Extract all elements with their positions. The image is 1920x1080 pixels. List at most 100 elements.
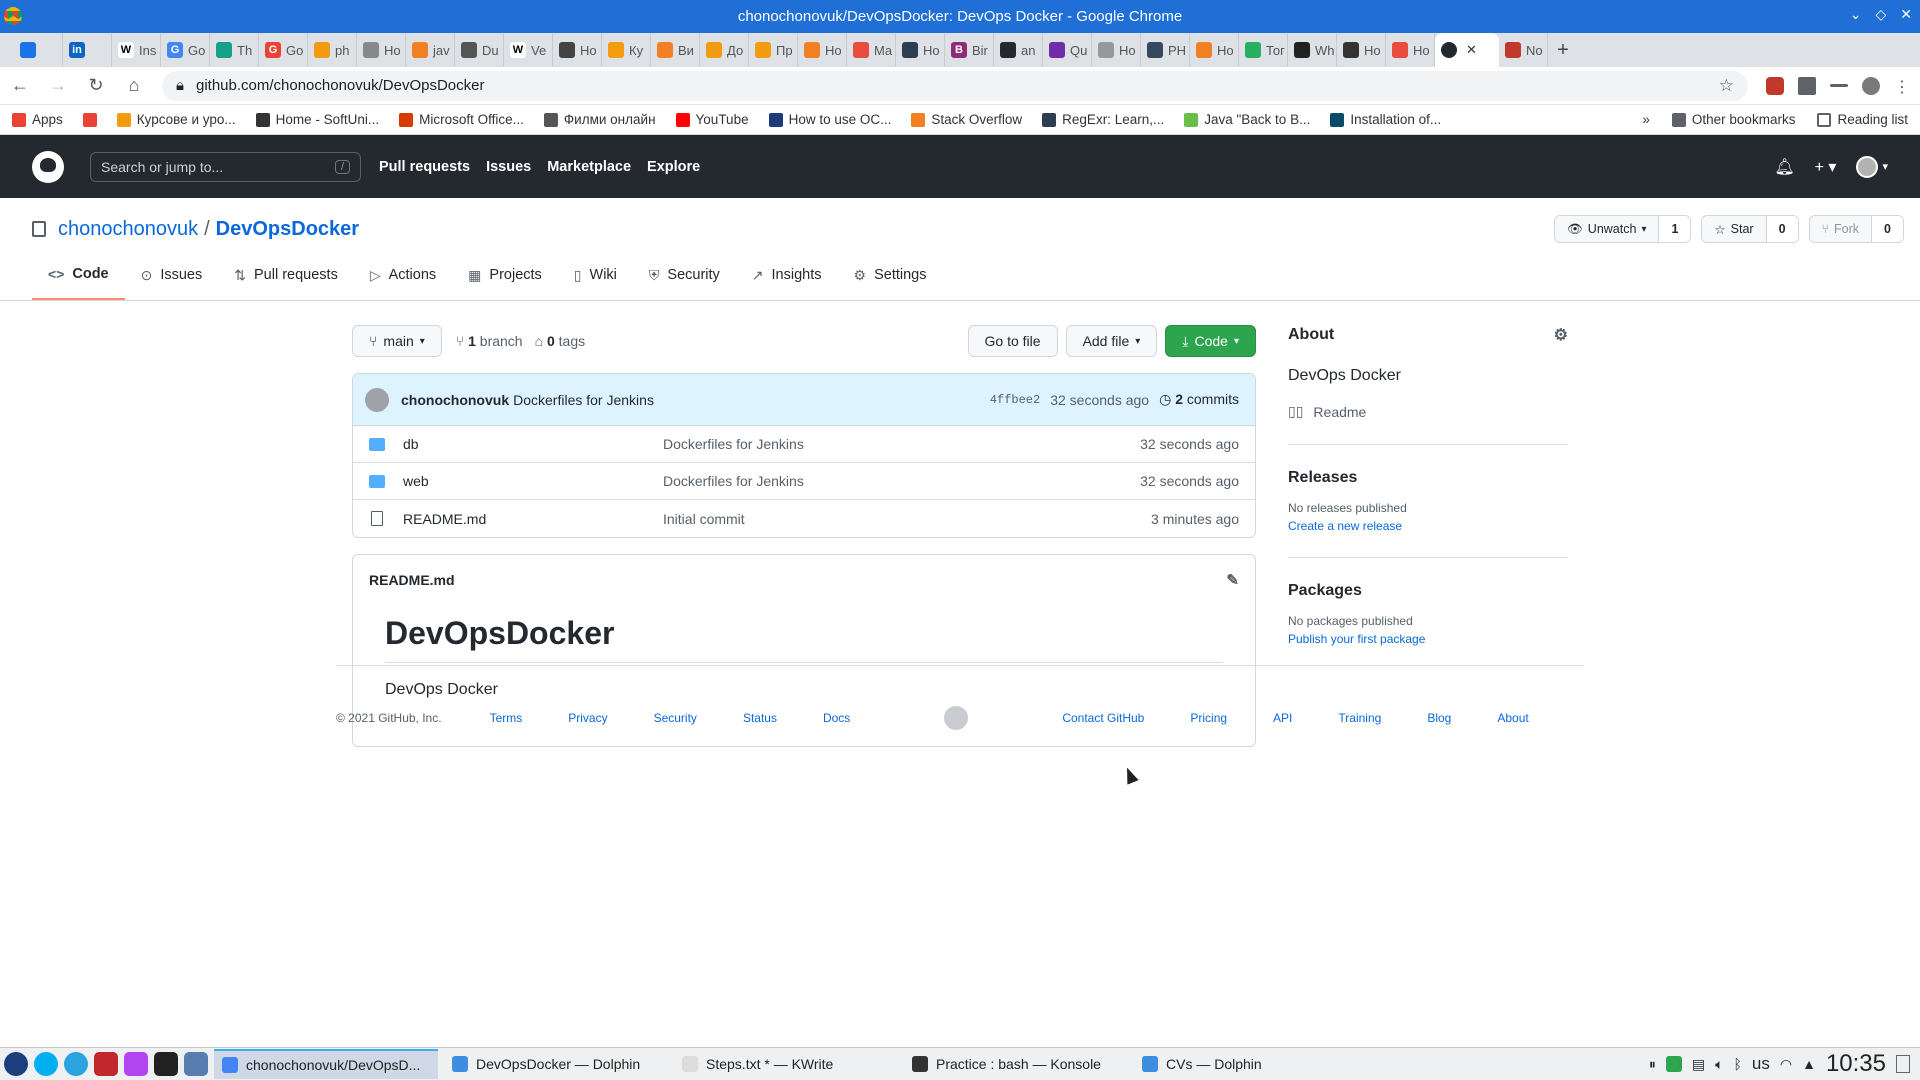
- go-to-file-button[interactable]: Go to file: [967, 325, 1058, 357]
- bluetooth-icon[interactable]: ᛒ: [1733, 1056, 1741, 1072]
- tab-insights[interactable]: ↗ Insights: [736, 266, 838, 300]
- bookmark-item[interactable]: RegExr: Learn,...: [1042, 112, 1164, 127]
- browser-tab[interactable]: Wh: [1288, 33, 1337, 67]
- media-icon[interactable]: [1830, 84, 1848, 87]
- star-button[interactable]: ☆ Star 0: [1701, 215, 1799, 243]
- browser-tab[interactable]: Ho: [1337, 33, 1386, 67]
- bookmark-item[interactable]: Курсове и уро...: [116, 112, 236, 127]
- bookmark-item[interactable]: Microsoft Office...: [399, 112, 524, 127]
- file-commit-message[interactable]: Dockerfiles for Jenkins: [663, 436, 804, 452]
- file-commit-message[interactable]: Initial commit: [663, 511, 745, 527]
- new-tab-button[interactable]: +: [1548, 33, 1578, 67]
- browser-tab[interactable]: PH: [1141, 33, 1190, 67]
- watch-button[interactable]: 👁︎ Unwatch ▾ 1: [1553, 215, 1692, 243]
- user-menu[interactable]: ▾: [1856, 155, 1888, 178]
- browser-tab[interactable]: W Ins: [112, 33, 161, 67]
- footer-link-security[interactable]: Security: [654, 711, 697, 725]
- home-icon[interactable]: ⌂: [124, 75, 144, 96]
- browser-tab[interactable]: [14, 33, 63, 67]
- browser-tab[interactable]: Ho: [1386, 33, 1435, 67]
- browser-tab[interactable]: Ho: [553, 33, 602, 67]
- file-row[interactable]: db Dockerfiles for Jenkins 32 seconds ago: [353, 426, 1255, 463]
- browser-tab[interactable]: Th: [210, 33, 259, 67]
- minimize-icon[interactable]: ⌄: [1850, 6, 1862, 23]
- browser-tab[interactable]: Ma: [847, 33, 896, 67]
- browser-tab[interactable]: Тог: [1239, 33, 1288, 67]
- nav-marketplace[interactable]: Marketplace: [547, 159, 631, 175]
- puzzle-icon[interactable]: [1798, 76, 1816, 95]
- browser-tab[interactable]: G Go: [161, 33, 210, 67]
- star-count[interactable]: 0: [1766, 216, 1798, 242]
- browser-tab[interactable]: Ку: [602, 33, 651, 67]
- bell-icon[interactable]: 🔔︎: [1774, 157, 1794, 177]
- branch-select-button[interactable]: ⑂ main ▾: [352, 325, 442, 357]
- tab-code[interactable]: <> Code: [32, 266, 125, 300]
- footer-link-pricing[interactable]: Pricing: [1190, 711, 1227, 725]
- search-input[interactable]: Search or jump to... /: [90, 151, 361, 182]
- bookmark-item[interactable]: Java "Back to B...: [1184, 112, 1310, 127]
- browser-tab[interactable]: Qu: [1043, 33, 1092, 67]
- commit-sha[interactable]: 4ffbee2: [990, 393, 1040, 407]
- bookmark-item[interactable]: Apps: [12, 112, 63, 127]
- tab-settings[interactable]: ⚙ Settings: [838, 266, 943, 300]
- network-icon[interactable]: ◠: [1780, 1056, 1792, 1073]
- tab-issues[interactable]: ⊙ Issues: [125, 266, 219, 300]
- repo-name-link[interactable]: DevOpsDocker: [216, 218, 359, 241]
- bookmark-item[interactable]: Installation of...: [1330, 112, 1441, 127]
- bookmark-item[interactable]: Stack Overflow: [911, 112, 1022, 127]
- clock[interactable]: 10:35: [1826, 1050, 1886, 1078]
- file-commit-message[interactable]: Dockerfiles for Jenkins: [663, 473, 804, 489]
- system-monitor-icon[interactable]: [184, 1052, 208, 1076]
- footer-link-status[interactable]: Status: [743, 711, 777, 725]
- footer-link-docs[interactable]: Docs: [823, 711, 850, 725]
- taskbar-window[interactable]: DevOpsDocker — Dolphin: [444, 1049, 668, 1079]
- other-bookmarks[interactable]: Other bookmarks: [1671, 112, 1795, 127]
- bookmark-item[interactable]: YouTube: [675, 112, 749, 127]
- tab-security[interactable]: ⛨ Security: [633, 266, 736, 300]
- bookmark-star-icon[interactable]: ☆: [1719, 76, 1734, 96]
- nav-issues[interactable]: Issues: [486, 159, 531, 175]
- browser-tab[interactable]: G Go: [259, 33, 308, 67]
- fedora-launcher-icon[interactable]: [4, 1052, 28, 1076]
- footer-link-about[interactable]: About: [1497, 711, 1528, 725]
- menu-dots-icon[interactable]: ⋮: [1894, 77, 1910, 96]
- repo-owner-link[interactable]: chonochonovuk: [58, 218, 198, 241]
- footer-link-privacy[interactable]: Privacy: [568, 711, 607, 725]
- nav-explore[interactable]: Explore: [647, 159, 700, 175]
- browser-tab[interactable]: an: [994, 33, 1043, 67]
- browser-tab[interactable]: No: [1499, 33, 1548, 67]
- taskbar-window[interactable]: chonochonovuk/DevOpsD...: [214, 1049, 438, 1079]
- tab-projects[interactable]: ▦ Projects: [452, 266, 558, 300]
- pause-icon[interactable]: ⏸: [1649, 1056, 1656, 1073]
- show-desktop-icon[interactable]: [1896, 1055, 1910, 1073]
- footer-link-contact-github[interactable]: Contact GitHub: [1062, 711, 1144, 725]
- tags-link[interactable]: ⌂ 0 tags: [535, 333, 586, 349]
- back-icon[interactable]: ←: [10, 75, 30, 96]
- skype-icon[interactable]: [34, 1052, 58, 1076]
- file-row[interactable]: README.md Initial commit 3 minutes ago: [353, 500, 1255, 537]
- file-name-link[interactable]: db: [403, 436, 663, 452]
- nav-pull-requests[interactable]: Pull requests: [379, 159, 470, 175]
- taskbar-window[interactable]: CVs — Dolphin: [1134, 1049, 1358, 1079]
- profile-avatar[interactable]: [1862, 76, 1880, 95]
- bookmark-item[interactable]: Home - SoftUni...: [255, 112, 379, 127]
- browser-tab[interactable]: ph: [308, 33, 357, 67]
- commit-author[interactable]: chonochonovuk: [401, 392, 509, 408]
- publish-package-link[interactable]: Publish your first package: [1288, 632, 1568, 646]
- browser-tab[interactable]: Ho: [1190, 33, 1239, 67]
- footer-link-blog[interactable]: Blog: [1427, 711, 1451, 725]
- browser-tab[interactable]: in: [63, 33, 112, 67]
- avatar[interactable]: [365, 387, 389, 412]
- taskbar-window[interactable]: Steps.txt * — KWrite: [674, 1049, 898, 1079]
- browser-tab-active[interactable]: ✕: [1435, 33, 1499, 67]
- footer-link-api[interactable]: API: [1273, 711, 1292, 725]
- tray-expand-icon[interactable]: ▲: [1802, 1056, 1816, 1072]
- ublock-icon[interactable]: [1766, 76, 1784, 95]
- browser-tab[interactable]: W Ve: [504, 33, 553, 67]
- browser-tab[interactable]: Ви: [651, 33, 700, 67]
- watch-count[interactable]: 1: [1659, 216, 1691, 242]
- tab-close-icon[interactable]: ✕: [1466, 42, 1477, 58]
- gear-icon[interactable]: ⚙: [1554, 325, 1568, 345]
- intellij-icon[interactable]: [94, 1052, 118, 1076]
- branches-link[interactable]: ⑂ 1 branch: [456, 333, 523, 349]
